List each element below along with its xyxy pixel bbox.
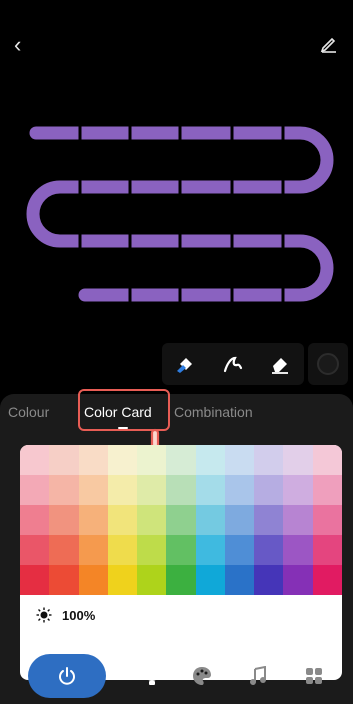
color-swatch[interactable] (107, 445, 138, 475)
color-swatch[interactable] (254, 445, 284, 475)
color-swatch[interactable] (166, 475, 196, 505)
color-swatch[interactable] (49, 565, 79, 595)
sun-icon (36, 607, 52, 623)
color-swatch[interactable] (107, 475, 138, 505)
color-swatch[interactable] (166, 445, 196, 475)
color-swatch[interactable] (78, 565, 108, 595)
color-swatch[interactable] (195, 475, 225, 505)
color-swatch[interactable] (107, 535, 138, 565)
color-swatch[interactable] (49, 505, 79, 535)
color-swatch[interactable] (224, 565, 255, 595)
color-swatch[interactable] (137, 505, 167, 535)
record-icon[interactable] (308, 343, 348, 385)
color-swatch[interactable] (20, 535, 50, 565)
grid-icon[interactable] (302, 664, 326, 688)
color-swatch[interactable] (78, 535, 108, 565)
color-swatch[interactable] (137, 475, 167, 505)
color-swatch[interactable] (78, 505, 108, 535)
color-swatch[interactable] (137, 535, 167, 565)
top-bar: ‹ (0, 30, 353, 60)
color-swatch[interactable] (20, 445, 50, 475)
color-swatch[interactable] (49, 535, 79, 565)
color-swatch[interactable] (312, 565, 342, 595)
color-swatch[interactable] (195, 445, 225, 475)
color-swatch[interactable] (78, 445, 108, 475)
color-swatch[interactable] (137, 445, 167, 475)
tool-bar (162, 343, 304, 385)
color-swatch[interactable] (254, 505, 284, 535)
music-icon[interactable] (246, 664, 270, 688)
color-swatch[interactable] (283, 565, 313, 595)
color-swatch[interactable] (224, 475, 255, 505)
color-swatch[interactable] (254, 565, 284, 595)
color-swatch[interactable] (20, 565, 50, 595)
brightness-row[interactable]: 100% (20, 595, 342, 635)
brush-icon[interactable] (220, 351, 246, 377)
color-swatch[interactable] (224, 505, 255, 535)
color-swatch-grid[interactable] (20, 445, 342, 595)
tab-combination[interactable]: Combination (174, 404, 253, 420)
palette-icon[interactable] (190, 664, 214, 688)
color-swatch[interactable] (20, 475, 50, 505)
eraser-icon[interactable] (267, 351, 293, 377)
color-swatch[interactable] (283, 505, 313, 535)
color-swatch[interactable] (195, 505, 225, 535)
color-swatch[interactable] (137, 565, 167, 595)
color-card: 100% (20, 445, 342, 680)
color-swatch[interactable] (254, 535, 284, 565)
bulb-icon[interactable] (140, 664, 164, 688)
bottom-nav (0, 654, 353, 704)
color-swatch[interactable] (49, 445, 79, 475)
color-swatch[interactable] (254, 475, 284, 505)
led-strip-canvas[interactable] (0, 110, 353, 310)
paint-bucket-icon[interactable] (173, 351, 199, 377)
pencil-icon[interactable] (319, 34, 339, 54)
power-button[interactable] (28, 654, 106, 698)
color-swatch[interactable] (107, 565, 138, 595)
chevron-left-icon[interactable]: ‹ (14, 30, 21, 60)
color-swatch[interactable] (166, 565, 196, 595)
color-swatch[interactable] (166, 505, 196, 535)
color-swatch[interactable] (312, 475, 342, 505)
color-swatch[interactable] (20, 505, 50, 535)
color-swatch[interactable] (283, 475, 313, 505)
led-strip (26, 126, 334, 302)
color-swatch[interactable] (283, 445, 313, 475)
highlight-box (78, 389, 170, 431)
color-swatch[interactable] (312, 445, 342, 475)
tab-colour[interactable]: Colour (8, 404, 49, 420)
screen: ‹ Colour Color Card Combination 100% (0, 0, 353, 704)
color-swatch[interactable] (166, 535, 196, 565)
color-swatch[interactable] (195, 535, 225, 565)
color-swatch[interactable] (107, 505, 138, 535)
color-swatch[interactable] (224, 445, 255, 475)
color-swatch[interactable] (224, 535, 255, 565)
color-swatch[interactable] (312, 505, 342, 535)
color-swatch[interactable] (283, 535, 313, 565)
brightness-value: 100% (62, 607, 96, 623)
power-icon (59, 667, 75, 685)
color-swatch[interactable] (195, 565, 225, 595)
color-swatch[interactable] (78, 475, 108, 505)
color-swatch[interactable] (49, 475, 79, 505)
color-swatch[interactable] (312, 535, 342, 565)
